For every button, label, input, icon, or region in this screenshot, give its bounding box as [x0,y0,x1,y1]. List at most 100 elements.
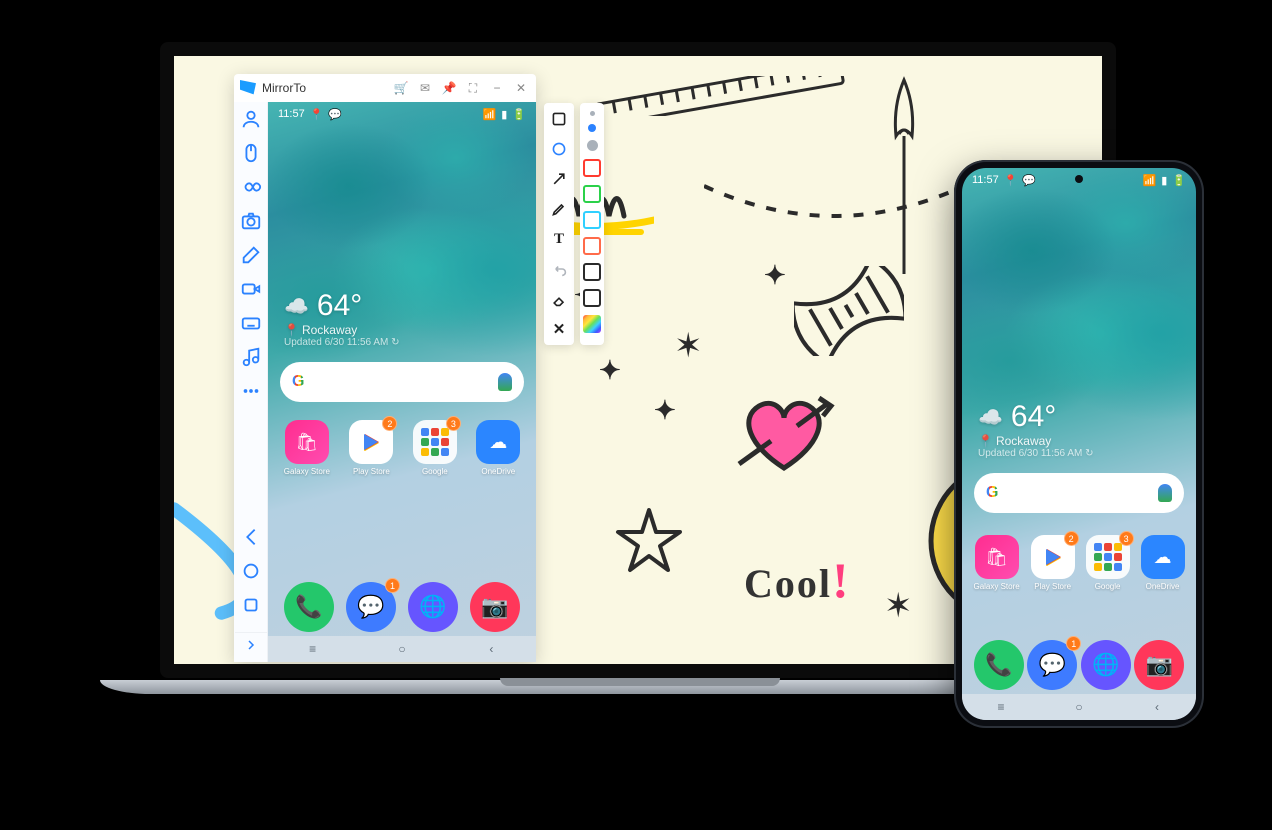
camera-icon[interactable] [240,210,262,232]
home-button[interactable]: ○ [377,642,427,656]
stroke-size-small[interactable] [590,111,595,116]
music-icon[interactable] [240,346,262,368]
weather-widget[interactable]: ☁️64° 📍Rockaway Updated 6/30 11:56 AM ↻ [962,190,1196,459]
camera-app[interactable]: 📷 [470,582,520,632]
app-galaxy-store[interactable]: 🛍 Galaxy Store [284,420,330,476]
cloud-icon: ☁️ [978,405,1003,430]
color-swatch-white[interactable] [583,289,601,307]
app-play-store[interactable]: 2 Play Store [349,420,393,476]
arrow-tool-icon[interactable] [549,169,569,189]
google-search-bar[interactable]: G [280,362,524,402]
rectangle-tool-icon[interactable] [549,109,569,129]
color-swatch-orange[interactable] [583,237,601,255]
infinity-icon[interactable] [240,176,262,198]
mail-icon[interactable]: ✉ [416,79,434,97]
color-swatch-black[interactable] [583,263,601,281]
phone-app[interactable]: 📞 [974,640,1024,690]
browser-app[interactable]: 🌐 [1081,640,1131,690]
google-search-bar[interactable]: G [974,473,1184,513]
badge: 3 [1119,531,1134,546]
home-nav-icon[interactable] [240,560,262,582]
close-tool-icon[interactable]: ✕ [549,319,569,339]
cart-icon[interactable]: 🛒 [392,79,410,97]
back-nav-icon[interactable] [240,526,262,548]
minimize-icon[interactable]: − [488,79,506,97]
keyboard-icon[interactable] [240,312,262,334]
annotation-toolbar: T ✕ [544,103,604,345]
circle-tool-icon[interactable] [549,139,569,159]
physical-phone: 11:57 📍 💬 📶 ▮ 🔋 ☁️64° 📍Rockaway Updated … [954,160,1204,728]
android-navbar: ≡ ○ ‹ [268,636,536,662]
app-google-folder[interactable]: 3 Google [413,420,457,476]
back-button[interactable]: ‹ [1132,700,1182,714]
pin-icon[interactable]: 📌 [440,79,458,97]
battery-icon: 🔋 [1172,174,1186,187]
physical-phone-screen[interactable]: 11:57 📍 💬 📶 ▮ 🔋 ☁️64° 📍Rockaway Updated … [962,168,1196,720]
cloud-icon: ☁ [1154,547,1172,568]
badge: 3 [446,416,461,431]
app-label: Play Store [1034,582,1071,591]
color-swatch-cyan[interactable] [583,211,601,229]
signal-icon: ▮ [501,108,507,121]
location-pin-icon: 📍 [310,108,324,121]
heart-doodle [729,386,839,486]
badge: 2 [1064,531,1079,546]
shape-tool-column: T ✕ [544,103,574,345]
phone-app[interactable]: 📞 [284,582,334,632]
mirrorto-window: MirrorTo 🛒 ✉ 📌 ⛶ − ✕ [234,74,536,662]
app-onedrive[interactable]: ☁ OneDrive [476,420,520,476]
messages-app[interactable]: 💬1 [1027,640,1077,690]
recent-nav-icon[interactable] [240,594,262,616]
color-swatch-red[interactable] [583,159,601,177]
recents-button[interactable]: ≡ [976,700,1026,714]
plus-doodle: ✦ [764,261,786,291]
google-logo-icon: G [986,484,998,502]
window-titlebar[interactable]: MirrorTo 🛒 ✉ 📌 ⛶ − ✕ [234,74,536,102]
camera-app[interactable]: 📷 [1134,640,1184,690]
mic-icon[interactable] [1158,484,1172,502]
color-swatch-green[interactable] [583,185,601,203]
battery-icon: 🔋 [512,108,526,121]
home-button[interactable]: ○ [1054,700,1104,714]
text-tool-icon[interactable]: T [549,229,569,249]
color-swatch-rainbow[interactable] [583,315,601,333]
app-label: OneDrive [1146,582,1180,591]
video-icon[interactable] [240,278,262,300]
app-google-folder[interactable]: 3Google [1086,535,1130,591]
cool-text-doodle: Cool! [744,551,851,609]
stroke-size-medium[interactable] [588,124,596,132]
phone-icon: 📞 [295,594,322,620]
cloud-icon: ☁ [489,432,507,453]
dashed-arc-doodle [704,176,964,236]
app-label: Google [1095,582,1121,591]
mic-icon[interactable] [498,373,512,391]
close-icon[interactable]: ✕ [512,79,530,97]
mouse-icon[interactable] [240,142,262,164]
more-icon[interactable] [240,380,262,402]
user-icon[interactable] [240,108,262,130]
browser-app[interactable]: 🌐 [408,582,458,632]
weather-widget[interactable]: ☁️64° 📍Rockaway Updated 6/30 11:56 AM ↻ [268,124,536,348]
location-label: Rockaway [302,323,357,337]
signal-icon: ▮ [1161,174,1167,187]
edit-icon[interactable] [240,244,262,266]
google-logo-icon: G [292,373,304,391]
window-title: MirrorTo [262,81,306,95]
messages-app[interactable]: 💬1 [346,582,396,632]
pen-tool-icon[interactable] [549,199,569,219]
sidebar-expand-icon[interactable] [235,632,267,656]
camera-icon: 📷 [1146,652,1173,678]
mirrored-phone-screen[interactable]: 11:57 📍 💬 📶 ▮ 🔋 ☁️64° 📍Rockaway [268,102,536,662]
ruler-doodle [594,76,854,116]
recents-button[interactable]: ≡ [288,642,338,656]
undo-icon[interactable] [549,259,569,279]
app-onedrive[interactable]: ☁ OneDrive [1141,535,1185,591]
back-button[interactable]: ‹ [466,642,516,656]
stroke-size-large[interactable] [587,140,598,151]
eraser-tool-icon[interactable] [549,289,569,309]
location-pin-icon: 📍 [1004,174,1018,187]
app-galaxy-store[interactable]: 🛍Galaxy Store [973,535,1019,591]
message-status-icon: 💬 [328,108,342,121]
app-play-store[interactable]: 2Play Store [1031,535,1075,591]
fullscreen-icon[interactable]: ⛶ [464,79,482,97]
